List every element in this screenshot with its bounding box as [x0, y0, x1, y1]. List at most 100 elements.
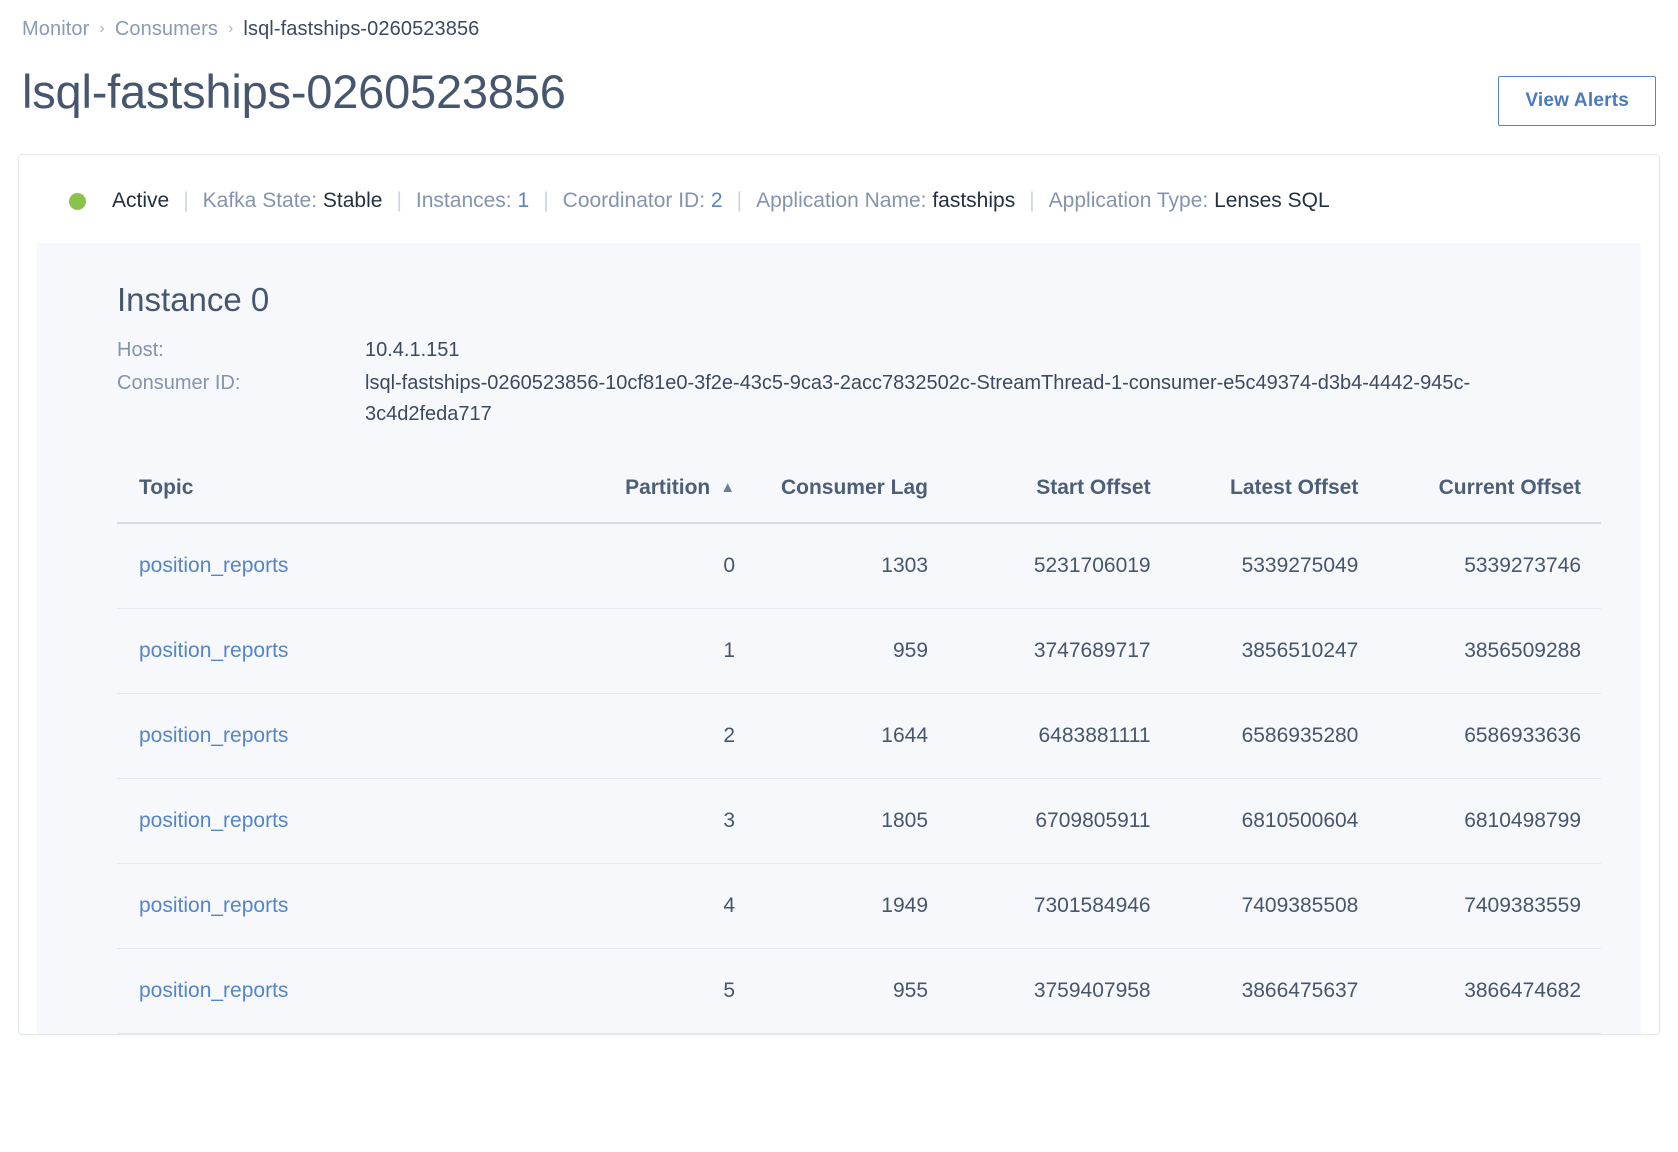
cell-partition: 4 — [562, 863, 756, 949]
status-application-name-label: Application Name: — [756, 189, 927, 212]
status-application-name-value: fastships — [932, 189, 1016, 212]
table-row: position_reports 4 1949 7301584946 74093… — [117, 863, 1601, 949]
column-header-topic-label: Topic — [139, 476, 194, 499]
instance-title: Instance 0 — [117, 281, 270, 318]
instance-host-value: 10.4.1.151 — [365, 339, 460, 361]
cell-consumer-lag: 1805 — [755, 778, 949, 864]
cell-consumer-lag: 955 — [755, 948, 949, 1034]
page-title: lsql-fastships-0260523856 — [22, 65, 566, 118]
cell-start-offset: 6709805911 — [948, 778, 1171, 864]
breadcrumb: Monitor › Consumers › lsql-fastships-026… — [0, 0, 1678, 42]
column-header-latest-offset[interactable]: Latest Offset — [1170, 476, 1379, 524]
instance-consumer-id-label: Consumer ID: — [117, 372, 241, 394]
status-divider: | — [736, 189, 743, 212]
column-header-current-offset[interactable]: Current Offset — [1378, 476, 1601, 524]
table-row: position_reports 5 955 3759407958 386647… — [117, 948, 1601, 1034]
view-alerts-button[interactable]: View Alerts — [1498, 76, 1656, 126]
status-divider: | — [543, 189, 549, 212]
page-header: lsql-fastships-0260523856 View Alerts — [0, 42, 1678, 126]
cell-partition: 2 — [562, 693, 756, 779]
instance-consumer-id-value: lsql-fastships-0260523856-10cf81e0-3f2e-… — [365, 372, 1471, 425]
instance-meta-table: Host: 10.4.1.151 Consumer ID: lsql-fasts… — [117, 335, 1505, 432]
cell-consumer-lag: 1644 — [755, 693, 949, 779]
column-header-current-offset-label: Current Offset — [1438, 476, 1581, 499]
topic-link[interactable]: position_reports — [139, 554, 288, 577]
cell-topic: position_reports — [117, 863, 563, 949]
topic-link[interactable]: position_reports — [139, 809, 288, 832]
instance-host-label: Host: — [117, 339, 164, 361]
cell-consumer-lag: 959 — [755, 608, 949, 694]
sort-ascending-icon: ▲ — [720, 479, 736, 496]
status-coordinator-id-label: Coordinator ID: — [562, 189, 706, 212]
status-state-label: Active — [112, 189, 170, 212]
table-row: position_reports 0 1303 5231706019 53392… — [117, 523, 1601, 609]
breadcrumb-separator-icon: › — [99, 20, 105, 37]
cell-topic: position_reports — [117, 948, 563, 1034]
cell-topic: position_reports — [117, 778, 563, 864]
cell-partition: 0 — [562, 523, 756, 609]
table-row: position_reports 3 1805 6709805911 68105… — [117, 778, 1601, 864]
cell-topic: position_reports — [117, 523, 563, 609]
status-divider: | — [1029, 189, 1035, 212]
cell-start-offset: 3747689717 — [948, 608, 1171, 694]
cell-latest-offset: 6810500604 — [1170, 778, 1379, 864]
status-instances-label: Instances: — [415, 189, 512, 212]
status-summary-bar: Active | Kafka State: Stable | Instances… — [19, 155, 1659, 243]
column-header-start-offset-label: Start Offset — [1036, 476, 1151, 499]
cell-partition: 3 — [562, 778, 756, 864]
status-kafka-state-value: Stable — [322, 189, 383, 212]
status-coordinator-id-value: 2 — [710, 189, 723, 212]
status-coordinator-id: Coordinator ID: 2 — [563, 187, 723, 215]
status-divider: | — [396, 189, 402, 212]
cell-current-offset: 6586933636 — [1378, 693, 1601, 779]
column-header-partition[interactable]: Partition ▲ — [562, 476, 756, 524]
status-kafka-state-label: Kafka State: — [202, 189, 318, 212]
cell-consumer-lag: 1303 — [755, 523, 949, 609]
status-divider: | — [183, 189, 189, 212]
column-header-start-offset[interactable]: Start Offset — [948, 476, 1171, 524]
instance-panel: Instance 0 Host: 10.4.1.151 Consumer ID:… — [37, 243, 1641, 1034]
cell-current-offset: 3856509288 — [1378, 608, 1601, 694]
table-header-row: Topic Partition ▲ Consumer Lag Start Offs… — [117, 476, 1601, 524]
instance-consumer-id-row: Consumer ID: lsql-fastships-0260523856-1… — [117, 368, 1505, 432]
cell-latest-offset: 3866475637 — [1170, 948, 1379, 1034]
column-header-consumer-lag-label: Consumer Lag — [780, 476, 929, 499]
table-row: position_reports 2 1644 6483881111 65869… — [117, 693, 1601, 779]
topic-link[interactable]: position_reports — [139, 894, 288, 917]
cell-start-offset: 6483881111 — [948, 693, 1171, 779]
consumer-card: Active | Kafka State: Stable | Instances… — [18, 154, 1660, 1035]
breadcrumb-item-consumers[interactable]: Consumers — [115, 16, 218, 42]
column-header-latest-offset-label: Latest Offset — [1230, 476, 1359, 499]
breadcrumb-item-monitor[interactable]: Monitor — [22, 16, 89, 42]
cell-start-offset: 3759407958 — [948, 948, 1171, 1034]
table-row: position_reports 1 959 3747689717 385651… — [117, 608, 1601, 694]
status-instances-value: 1 — [517, 189, 530, 212]
topic-link[interactable]: position_reports — [139, 639, 288, 662]
cell-latest-offset: 3856510247 — [1170, 608, 1379, 694]
cell-start-offset: 7301584946 — [948, 863, 1171, 949]
cell-current-offset: 5339273746 — [1378, 523, 1601, 609]
status-application-type-label: Application Type: — [1048, 189, 1209, 212]
status-instances: Instances: 1 — [416, 187, 529, 215]
partitions-table-header: Topic Partition ▲ Consumer Lag Start Offs… — [117, 476, 1601, 524]
cell-latest-offset: 6586935280 — [1170, 693, 1379, 779]
column-header-consumer-lag[interactable]: Consumer Lag — [755, 476, 949, 524]
column-header-partition-label: Partition — [625, 476, 711, 499]
cell-partition: 5 — [562, 948, 756, 1034]
topic-link[interactable]: position_reports — [139, 979, 288, 1002]
partitions-table: Topic Partition ▲ Consumer Lag Start Offs… — [117, 476, 1601, 1034]
status-kafka-state: Kafka State: Stable — [203, 187, 383, 215]
cell-current-offset: 7409383559 — [1378, 863, 1601, 949]
cell-consumer-lag: 1949 — [755, 863, 949, 949]
status-application-name: Application Name: fastships — [756, 187, 1015, 215]
cell-latest-offset: 7409385508 — [1170, 863, 1379, 949]
status-application-type: Application Type: Lenses SQL — [1049, 187, 1330, 215]
cell-topic: position_reports — [117, 693, 563, 779]
cell-latest-offset: 5339275049 — [1170, 523, 1379, 609]
topic-link[interactable]: position_reports — [139, 724, 288, 747]
cell-start-offset: 5231706019 — [948, 523, 1171, 609]
status-application-type-value: Lenses SQL — [1214, 189, 1330, 212]
column-header-topic[interactable]: Topic — [117, 476, 563, 524]
status-indicator-dot-icon — [69, 192, 86, 210]
instance-host-row: Host: 10.4.1.151 — [117, 335, 1505, 368]
